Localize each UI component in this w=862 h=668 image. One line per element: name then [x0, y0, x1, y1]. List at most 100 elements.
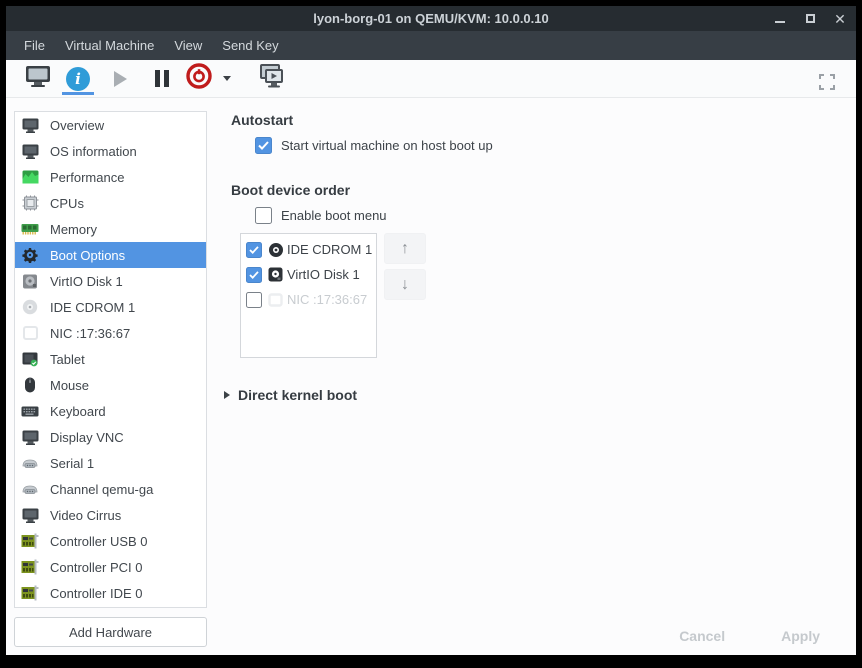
run-button[interactable]: [98, 62, 142, 96]
sidebar-item-label: Video Cirrus: [50, 508, 121, 523]
show-details-button[interactable]: i: [58, 62, 98, 96]
maximize-button[interactable]: [802, 11, 818, 27]
sidebar-item-cpus[interactable]: CPUs: [15, 190, 206, 216]
console-windows-button[interactable]: [248, 62, 294, 96]
pci-icon: [20, 532, 40, 550]
check-icon: [249, 246, 259, 254]
sidebar-item-label: Boot Options: [50, 248, 125, 263]
serial-icon: [20, 480, 40, 498]
mouse-icon: [20, 376, 40, 394]
fullscreen-button[interactable]: [818, 67, 836, 101]
sidebar-item-label: VirtIO Disk 1: [50, 274, 123, 289]
apply-button[interactable]: Apply: [781, 628, 820, 644]
check-icon: [258, 141, 269, 150]
sidebar-item-label: Mouse: [50, 378, 89, 393]
boot-device-row-virtio-disk-1[interactable]: VirtIO Disk 1: [241, 262, 376, 287]
cancel-button[interactable]: Cancel: [679, 628, 725, 644]
sidebar-item-controller-pci-0[interactable]: Controller PCI 0: [15, 554, 206, 580]
performance-icon: [20, 168, 40, 186]
sidebar-item-memory[interactable]: Memory: [15, 216, 206, 242]
main-body: OverviewOS informationPerformance CPUs Mem…: [6, 98, 856, 655]
arrow-up-icon: ↑: [401, 240, 409, 258]
monitor-icon: [20, 116, 40, 134]
sidebar-item-performance[interactable]: Performance: [15, 164, 206, 190]
menu-send-key[interactable]: Send Key: [212, 33, 288, 58]
titlebar[interactable]: lyon-borg-01 on QEMU/KVM: 10.0.0.10 ✕: [6, 6, 856, 31]
sidebar-item-boot-options[interactable]: Boot Options: [15, 242, 206, 268]
sidebar-item-nic-17-36-67[interactable]: NIC :17:36:67: [15, 320, 206, 346]
sidebar-item-ide-cdrom-1[interactable]: IDE CDROM 1: [15, 294, 206, 320]
shutdown-menu-button[interactable]: [216, 62, 238, 96]
sidebar-item-tablet[interactable]: Tablet: [15, 346, 206, 372]
sidebar-item-controller-usb-0[interactable]: Controller USB 0: [15, 528, 206, 554]
screenshot-root: lyon-borg-01 on QEMU/KVM: 10.0.0.10 ✕ Fi…: [0, 0, 862, 668]
sidebar-item-serial-1[interactable]: Serial 1: [15, 450, 206, 476]
show-console-button[interactable]: [18, 62, 58, 96]
sidebar-item-virtio-disk-1[interactable]: VirtIO Disk 1: [15, 268, 206, 294]
sidebar-item-label: Controller PCI 0: [50, 560, 142, 575]
move-up-button[interactable]: ↑: [384, 233, 426, 264]
menu-view[interactable]: View: [164, 33, 212, 58]
autostart-label: Start virtual machine on host boot up: [281, 138, 493, 153]
sidebar-item-label: Display VNC: [50, 430, 124, 445]
boot-device-checkbox[interactable]: [246, 267, 262, 283]
run-play-icon: [114, 71, 127, 87]
serial-icon: [20, 454, 40, 472]
sidebar-item-label: IDE CDROM 1: [50, 300, 135, 315]
gear-icon: [20, 246, 40, 264]
maximize-icon: [806, 14, 815, 23]
sidebar-item-label: Keyboard: [50, 404, 106, 419]
boot-device-row-ide-cdrom-1[interactable]: IDE CDROM 1: [241, 237, 376, 262]
boot-device-checkbox[interactable]: [246, 292, 262, 308]
add-hardware-button[interactable]: Add Hardware: [14, 617, 207, 647]
boot-order-heading: Boot device order: [231, 182, 856, 198]
disk-icon: [20, 272, 40, 290]
boot-options-pane: Autostart Start virtual machine on host …: [215, 98, 856, 655]
sidebar-item-mouse[interactable]: Mouse: [15, 372, 206, 398]
disk-dark-icon: [267, 267, 284, 283]
sidebar-item-video-cirrus[interactable]: Video Cirrus: [15, 502, 206, 528]
move-down-button[interactable]: ↓: [384, 269, 426, 300]
minimize-icon: [775, 21, 785, 23]
expander-triangle-icon: [224, 391, 230, 399]
menu-file[interactable]: File: [14, 33, 55, 58]
sidebar-item-os-information[interactable]: OS information: [15, 138, 206, 164]
menu-virtual-machine[interactable]: Virtual Machine: [55, 33, 164, 58]
sidebar-item-label: CPUs: [50, 196, 84, 211]
sidebar-item-display-vnc[interactable]: Display VNC: [15, 424, 206, 450]
pause-icon: [155, 70, 160, 87]
shutdown-button[interactable]: [182, 62, 216, 96]
sidebar-item-label: Channel qemu-ga: [50, 482, 153, 497]
autostart-heading: Autostart: [231, 112, 856, 128]
nic-icon: [20, 324, 40, 342]
sidebar-item-overview[interactable]: Overview: [15, 112, 206, 138]
boot-menu-row: Enable boot menu: [255, 207, 856, 224]
sidebar-item-keyboard[interactable]: Keyboard: [15, 398, 206, 424]
sidebar-item-controller-ide-0[interactable]: Controller IDE 0: [15, 580, 206, 606]
close-button[interactable]: ✕: [832, 11, 848, 27]
autostart-checkbox[interactable]: [255, 137, 272, 154]
tablet-icon: [20, 350, 40, 368]
minimize-button[interactable]: [772, 11, 788, 27]
shutdown-power-icon: [186, 63, 212, 94]
boot-device-row-nic-17-36-67[interactable]: NIC :17:36:67: [241, 287, 376, 312]
check-icon: [249, 271, 259, 279]
arrow-down-icon: ↓: [401, 276, 409, 294]
keyboard-icon: [20, 402, 40, 420]
cdrom-dark-icon: [267, 242, 284, 258]
cdrom-icon: [20, 298, 40, 316]
pause-button[interactable]: [142, 62, 182, 96]
memory-icon: [20, 220, 40, 238]
pci-icon: [20, 584, 40, 602]
hardware-sidebar: OverviewOS informationPerformance CPUs Mem…: [6, 98, 215, 655]
direct-kernel-boot-expander[interactable]: Direct kernel boot: [224, 387, 856, 403]
action-footer: Cancel Apply: [679, 628, 820, 644]
sidebar-item-channel-qemu-ga[interactable]: Channel qemu-ga: [15, 476, 206, 502]
hardware-list[interactable]: OverviewOS informationPerformance CPUs Mem…: [14, 111, 207, 608]
menubar: File Virtual Machine View Send Key: [6, 31, 856, 60]
boot-menu-checkbox[interactable]: [255, 207, 272, 224]
boot-device-checkbox[interactable]: [246, 242, 262, 258]
toolbar: i: [6, 60, 856, 98]
boot-device-list[interactable]: IDE CDROM 1VirtIO Disk 1NIC :17:36:67: [240, 233, 377, 358]
direct-kernel-boot-label: Direct kernel boot: [238, 387, 357, 403]
